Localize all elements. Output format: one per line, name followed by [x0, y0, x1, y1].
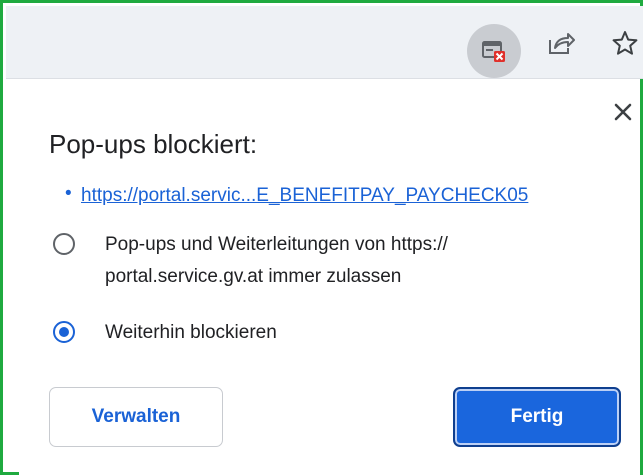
- blocked-popup-link[interactable]: https://portal.servic...E_BENEFITPAY_PAY…: [81, 185, 528, 207]
- share-icon: [549, 33, 575, 54]
- bookmark-button[interactable]: [606, 24, 643, 62]
- share-button[interactable]: [542, 24, 580, 62]
- dialog-title: Pop-ups blockiert:: [49, 129, 258, 159]
- popup-blocked-dialog: Pop-ups blockiert: • https://portal.serv…: [19, 81, 640, 475]
- radio-label-keep-blocking: Weiterhin blockieren: [105, 322, 277, 343]
- manage-button[interactable]: Verwalten: [49, 387, 223, 447]
- popup-blocked-icon: [482, 41, 505, 62]
- radio-label-always-allow: Pop-ups und Weiterleitungen von https://…: [105, 234, 448, 287]
- screenshot-frame: Pop-ups blockiert: • https://portal.serv…: [0, 0, 643, 475]
- radio-button-always-allow[interactable]: [53, 233, 75, 255]
- list-bullet: •: [65, 183, 72, 204]
- radio-option-always-allow[interactable]: Pop-ups und Weiterleitungen von https://…: [53, 229, 575, 293]
- radio-option-keep-blocking[interactable]: Weiterhin blockieren: [53, 317, 575, 349]
- popup-blocked-indicator-button[interactable]: [467, 24, 521, 78]
- browser-toolbar: [6, 6, 643, 79]
- close-button[interactable]: [608, 97, 638, 127]
- radio-button-keep-blocking[interactable]: [53, 321, 75, 343]
- done-button[interactable]: Fertig: [453, 387, 621, 447]
- star-icon: [612, 31, 638, 55]
- close-icon: [614, 103, 632, 121]
